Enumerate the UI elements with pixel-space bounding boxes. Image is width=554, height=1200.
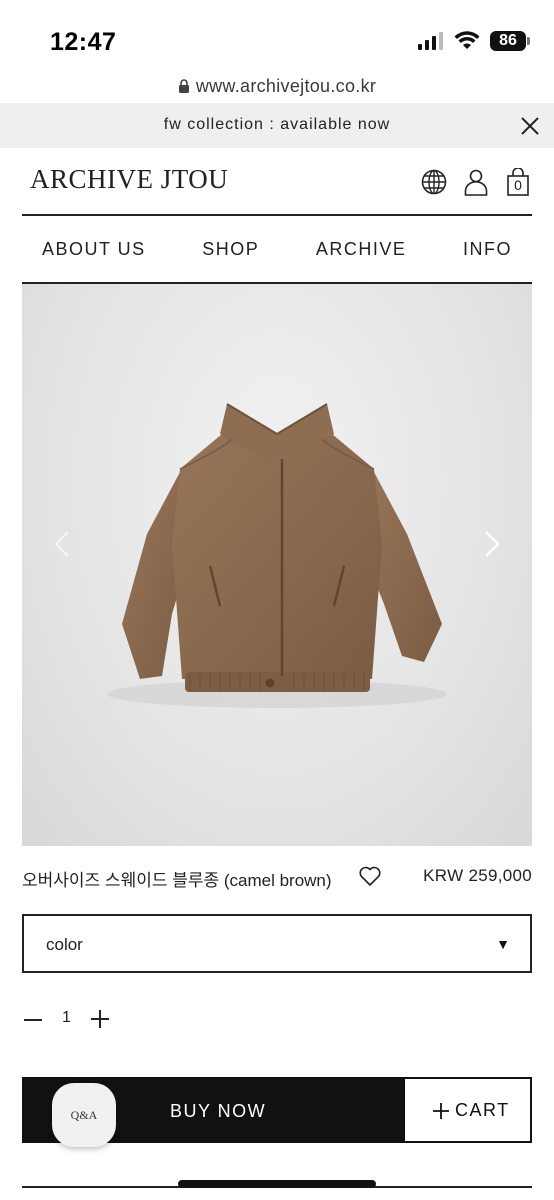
minus-icon[interactable] [22, 1009, 44, 1031]
battery-level: 86 [499, 32, 517, 49]
url-bar[interactable]: www.archivejtou.co.kr [0, 70, 554, 103]
qa-label: Q&A [70, 1107, 98, 1122]
status-bar: 12:47 86 [0, 0, 554, 70]
status-time: 12:47 [50, 28, 117, 56]
wifi-icon [454, 31, 480, 49]
account-button[interactable] [462, 168, 490, 196]
globe-icon [421, 169, 447, 195]
plus-icon [433, 1102, 449, 1119]
cart-icon-button[interactable]: 0 [504, 168, 532, 196]
user-icon [464, 169, 488, 196]
nav-shop[interactable]: SHOP [202, 239, 259, 260]
qa-button[interactable]: Q&A [52, 1083, 116, 1147]
color-select-label: color [46, 935, 83, 954]
site-header: ARCHIVE JTOU 0 [0, 148, 554, 215]
color-select[interactable]: color ▼ [22, 914, 532, 973]
cart-button-label: CART [455, 1100, 510, 1120]
url-text: www.archivejtou.co.kr [195, 76, 377, 96]
carousel-prev-icon[interactable] [48, 524, 78, 564]
main-nav: ABOUT US SHOP ARCHIVE INFO [22, 216, 532, 282]
nav-about-us[interactable]: ABOUT US [42, 239, 146, 260]
status-icons: 86 [418, 31, 530, 51]
jacket-image [107, 403, 447, 708]
cart-count: 0 [514, 177, 522, 193]
announcement-bar: fw collection : available now [0, 103, 554, 148]
signal-icon [418, 32, 443, 50]
product-price: KRW 259,000 [423, 866, 532, 885]
nav-archive[interactable]: ARCHIVE [316, 239, 407, 260]
header-icons: 0 [420, 168, 532, 196]
announcement-text: fw collection : available now [163, 116, 391, 133]
product-title-row: 오버사이즈 스웨이드 블루종 (camel brown) KRW 259,000 [22, 862, 532, 892]
carousel-next-icon[interactable] [476, 524, 506, 564]
product-name: 오버사이즈 스웨이드 블루종 (camel brown) [22, 871, 332, 890]
buy-now-label: BUY NOW [170, 1101, 267, 1121]
language-button[interactable] [420, 168, 448, 196]
lock-icon [178, 79, 189, 93]
heart-icon[interactable] [358, 864, 382, 888]
quantity-stepper: 1 [22, 1003, 122, 1033]
caret-down-icon: ▼ [496, 936, 510, 952]
battery-indicator: 86 [490, 31, 530, 51]
quantity-value: 1 [62, 1009, 71, 1026]
product-image[interactable] [22, 284, 532, 846]
close-icon[interactable] [518, 114, 542, 138]
nav-info[interactable]: INFO [463, 239, 512, 260]
site-logo[interactable]: ARCHIVE JTOU [30, 164, 228, 195]
add-to-cart-button[interactable]: CART [403, 1077, 532, 1143]
home-indicator[interactable] [178, 1180, 376, 1188]
plus-icon[interactable] [88, 1007, 112, 1031]
